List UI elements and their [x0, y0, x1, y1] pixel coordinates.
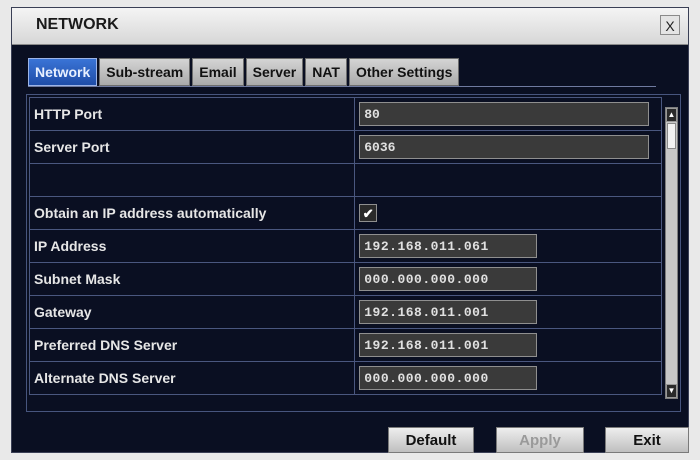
scroll-up-icon[interactable]: ▲ [666, 108, 677, 122]
table-row: Obtain an IP address automatically ✔ [28, 196, 662, 230]
settings-panel: HTTP Port 80 Server Port 6036 Obtain an … [26, 94, 681, 412]
title-bar: NETWORK X [12, 8, 688, 45]
apply-button[interactable]: Apply [496, 427, 584, 453]
tab-sub-stream[interactable]: Sub-stream [99, 58, 191, 86]
tab-server[interactable]: Server [245, 58, 304, 86]
tab-other-settings[interactable]: Other Settings [348, 58, 460, 86]
default-button[interactable]: Default [388, 427, 474, 453]
gateway-input[interactable]: 192.168.011.001 [359, 300, 538, 324]
tab-email[interactable]: Email [192, 58, 244, 86]
table-row: Preferred DNS Server 192.168.011.001 [28, 328, 662, 362]
table-row: IP Address 192.168.011.061 [28, 229, 662, 263]
preferred-dns-label: Preferred DNS Server [28, 328, 356, 362]
alternate-dns-input[interactable]: 000.000.000.000 [359, 366, 538, 390]
dhcp-checkbox[interactable]: ✔ [359, 204, 378, 222]
empty-row-label [28, 163, 356, 197]
ip-address-label: IP Address [28, 229, 356, 263]
scroll-thumb[interactable] [667, 123, 676, 149]
tab-divider [28, 86, 656, 87]
server-port-label: Server Port [28, 130, 356, 164]
table-row: Subnet Mask 000.000.000.000 [28, 262, 662, 296]
tab-bar: Network Sub-stream Email Server NAT Othe… [28, 58, 461, 86]
subnet-mask-label: Subnet Mask [28, 262, 356, 296]
vertical-scrollbar[interactable]: ▲ ▼ [665, 107, 678, 399]
table-row: Server Port 6036 [28, 130, 662, 164]
table-row: Gateway 192.168.011.001 [28, 295, 662, 329]
server-port-input[interactable]: 6036 [359, 135, 650, 159]
ip-address-input[interactable]: 192.168.011.061 [359, 234, 538, 258]
table-row [28, 163, 662, 197]
http-port-label: HTTP Port [28, 97, 356, 131]
preferred-dns-input[interactable]: 192.168.011.001 [359, 333, 538, 357]
table-row: Alternate DNS Server 000.000.000.000 [28, 361, 662, 395]
table-row: HTTP Port 80 [28, 97, 662, 131]
exit-button[interactable]: Exit [605, 427, 689, 453]
empty-row-value [354, 163, 662, 197]
dhcp-label: Obtain an IP address automatically [28, 196, 356, 230]
close-button[interactable]: X [660, 15, 680, 35]
scroll-down-icon[interactable]: ▼ [666, 384, 677, 398]
subnet-mask-input[interactable]: 000.000.000.000 [359, 267, 538, 291]
http-port-input[interactable]: 80 [359, 102, 650, 126]
tab-network[interactable]: Network [28, 58, 98, 86]
settings-table: HTTP Port 80 Server Port 6036 Obtain an … [28, 97, 662, 395]
dialog-title: NETWORK [36, 16, 119, 33]
tab-nat[interactable]: NAT [305, 58, 347, 86]
alternate-dns-label: Alternate DNS Server [28, 361, 356, 395]
gateway-label: Gateway [28, 295, 356, 329]
